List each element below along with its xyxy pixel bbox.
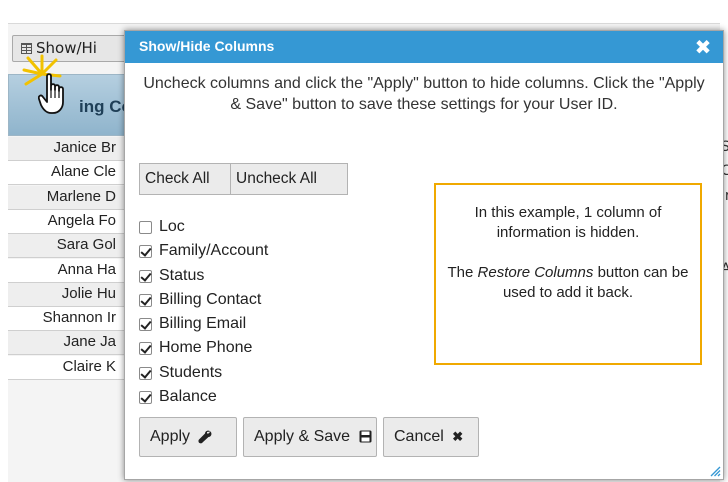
checkbox-checked[interactable]: [139, 269, 152, 283]
hand-cursor-icon: [38, 73, 64, 114]
dialog-titlebar[interactable]: Show/Hide Columns ✖: [125, 31, 723, 63]
table-cell-name: Alane Cle: [50, 163, 116, 181]
column-checkbox-label: Loc: [159, 218, 185, 235]
dialog-title: Show/Hide Columns: [139, 38, 275, 54]
grid-icon: [21, 43, 32, 54]
check-toggle-group: Check All Uncheck All: [139, 163, 348, 195]
dialog-footer: Apply Apply & Save Cancel ✖: [139, 417, 485, 457]
checkbox-checked[interactable]: [139, 366, 152, 380]
table-cell-name: Claire K: [62, 357, 116, 375]
close-icon[interactable]: ✖: [691, 35, 715, 59]
checkbox-checked[interactable]: [139, 391, 152, 405]
column-checkbox-label: Students: [159, 363, 223, 381]
callout-restore-columns: Restore Columns: [477, 264, 594, 281]
uncheck-all-button[interactable]: Uncheck All: [230, 163, 348, 195]
table-cell-name: Shannon Ir: [42, 309, 116, 327]
cancel-button[interactable]: Cancel ✖: [383, 417, 479, 457]
check-all-button[interactable]: Check All: [139, 163, 231, 195]
background-topbar: [0, 0, 728, 24]
checkbox-checked[interactable]: [139, 245, 152, 259]
column-checkbox-label: Family/Account: [159, 242, 269, 260]
apply-save-button-label: Apply & Save: [254, 428, 351, 445]
table-cell-name: Sara Gol: [56, 236, 116, 254]
table-cell-name: Jane Ja: [63, 333, 116, 351]
table-cell-name: Janice Br: [53, 139, 116, 156]
table-cell-name: Angela Fo: [47, 211, 116, 229]
column-checkbox-label: Status: [159, 266, 205, 284]
checkbox-checked[interactable]: [139, 342, 152, 356]
table-cell-name: Marlene D: [46, 187, 116, 205]
close-icon: ✖: [452, 429, 464, 444]
column-checkbox-label: Home Phone: [159, 339, 253, 357]
info-callout: In this example, 1 column of information…: [434, 183, 702, 365]
apply-button[interactable]: Apply: [139, 417, 237, 457]
callout-line-2: The Restore Columns button can be used t…: [436, 263, 700, 303]
callout-line-1: In this example, 1 column of information…: [474, 204, 662, 241]
apply-and-save-button[interactable]: Apply & Save: [243, 417, 377, 457]
table-cell-name: Jolie Hu: [61, 284, 116, 302]
wrench-icon: [198, 430, 212, 444]
column-checkbox-label: Billing Email: [159, 315, 247, 333]
column-checkbox-label: Billing Contact: [159, 290, 262, 308]
checkbox-unchecked[interactable]: [139, 221, 152, 234]
callout-line-2-pre: The: [447, 264, 478, 281]
apply-button-label: Apply: [150, 428, 191, 445]
dialog-instructions: Uncheck columns and click the "Apply" bu…: [143, 75, 705, 113]
background-left-edge: [0, 0, 8, 482]
column-checkbox-label: Balance: [159, 388, 217, 406]
show-hide-columns-dialog: Show/Hide Columns ✖ Uncheck columns and …: [124, 30, 724, 480]
resize-grip-icon[interactable]: [709, 465, 721, 477]
table-cell-name: Anna Ha: [57, 260, 116, 278]
checkbox-checked[interactable]: [139, 293, 152, 307]
cancel-button-label: Cancel: [394, 428, 444, 446]
save-icon: [359, 430, 372, 443]
checkbox-checked[interactable]: [139, 318, 152, 332]
